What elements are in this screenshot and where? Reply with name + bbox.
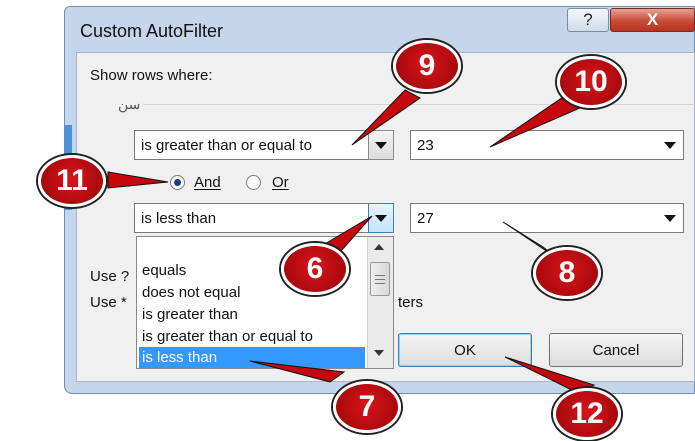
- callout-arrow-11: [107, 171, 169, 189]
- callout-badge-12: 12: [553, 388, 621, 440]
- callout-arrow-9: [351, 89, 421, 146]
- callout-arrow-7: [249, 360, 346, 383]
- callout-badge-7: 7: [333, 381, 401, 433]
- callout-badge-11: 11: [38, 155, 106, 207]
- callout-badge-10: 10: [557, 56, 625, 108]
- callout-badge-9: 9: [393, 40, 461, 92]
- callout-arrow-10: [489, 94, 581, 148]
- callout-badge-8: 8: [533, 247, 601, 299]
- callout-badge-6: 6: [281, 243, 349, 295]
